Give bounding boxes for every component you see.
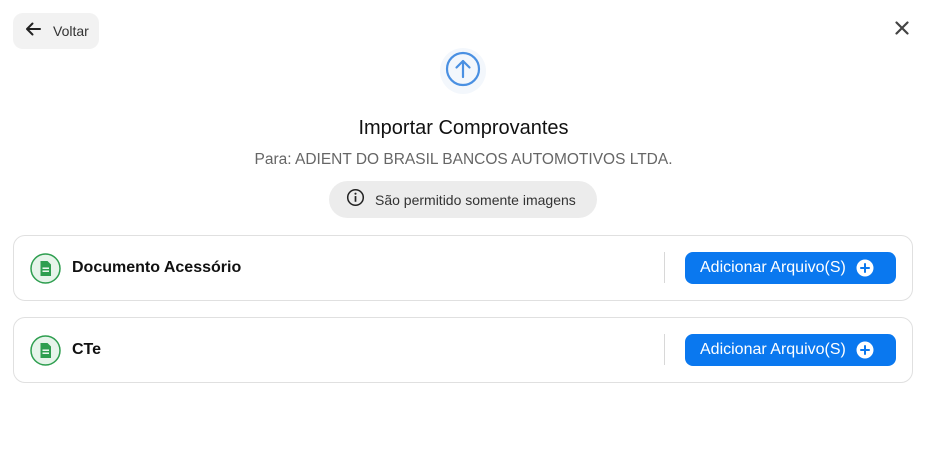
dialog-subtitle: Para: ADIENT DO BRASIL BANCOS AUTOMOTIVO… xyxy=(254,151,673,168)
back-label: Voltar xyxy=(53,23,89,39)
document-card-acessorio: Documento Acessório Adicionar Arquivo(S) xyxy=(13,235,913,301)
document-icon xyxy=(30,335,61,366)
divider xyxy=(664,252,665,283)
back-button[interactable]: Voltar xyxy=(13,13,99,49)
close-icon xyxy=(895,20,909,40)
add-file-button[interactable]: Adicionar Arquivo(S) xyxy=(685,334,896,366)
info-text: São permitido somente imagens xyxy=(375,191,576,208)
close-button[interactable] xyxy=(891,19,913,41)
divider xyxy=(664,334,665,365)
document-icon xyxy=(30,253,61,284)
dialog-title: Importar Comprovantes xyxy=(358,117,569,139)
add-button-label: Adicionar Arquivo(S) xyxy=(700,259,846,276)
plus-circle-icon xyxy=(856,259,874,277)
document-card-cte: CTe Adicionar Arquivo(S) xyxy=(13,317,913,383)
document-name: CTe xyxy=(72,341,102,358)
arrow-up-circle-icon xyxy=(445,51,481,92)
document-name: Documento Acessório xyxy=(72,259,242,276)
info-icon xyxy=(346,188,365,212)
info-chip: São permitido somente imagens xyxy=(329,181,597,218)
add-file-button[interactable]: Adicionar Arquivo(S) xyxy=(685,252,896,284)
add-button-label: Adicionar Arquivo(S) xyxy=(700,341,846,358)
upload-icon-badge xyxy=(440,48,486,94)
plus-circle-icon xyxy=(856,341,874,359)
arrow-left-icon xyxy=(23,19,43,44)
